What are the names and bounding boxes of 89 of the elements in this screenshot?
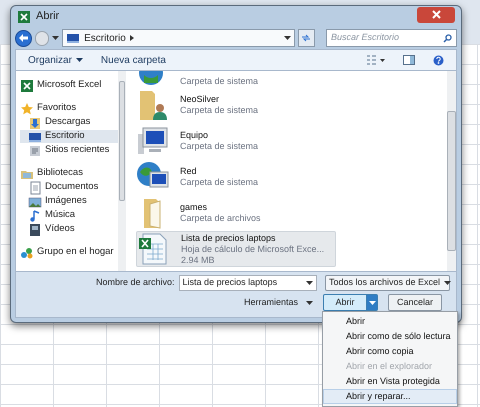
- menu-item[interactable]: Abrir en Vista protegida: [323, 374, 457, 389]
- file-name: games: [180, 202, 208, 213]
- download-folder-icon: [28, 116, 42, 130]
- nav-label: Imágenes: [45, 194, 87, 208]
- spreadsheet-icon: [20, 78, 34, 92]
- recent-places-icon: [28, 144, 42, 158]
- file-item[interactable]: Red Carpeta de sistema: [136, 159, 336, 195]
- file-type: Carpeta de archivos: [180, 213, 261, 224]
- view-options-icon[interactable]: [367, 55, 385, 65]
- file-type: Carpeta de sistema: [180, 177, 258, 188]
- nav-label: Sitios recientes: [45, 143, 110, 158]
- chevron-icon: [130, 35, 134, 41]
- filename-field[interactable]: Lista de precios laptops: [178, 275, 317, 291]
- file-item[interactable]: Lista de precios laptops Hoja de cálculo de Microsoft Exce... 2.94 MB: [136, 231, 336, 267]
- file-item[interactable]: Carpeta de sistema: [136, 71, 336, 87]
- document-icon: [28, 180, 42, 194]
- nav-label: Descargas: [45, 115, 90, 130]
- nav-item[interactable]: Descargas: [20, 116, 118, 129]
- star-icon: [20, 102, 34, 116]
- nav-item[interactable]: Favoritos: [20, 102, 118, 115]
- nav-item[interactable]: Escritorio: [20, 130, 118, 143]
- nav-label: Microsoft Excel: [37, 78, 102, 92]
- caret-icon: [52, 36, 60, 40]
- close-button[interactable]: [417, 6, 455, 22]
- search-field[interactable]: Buscar Escritorio: [326, 29, 458, 47]
- nav-label: Bibliotecas: [37, 166, 83, 180]
- caret-icon: [76, 58, 83, 62]
- search-icon: [443, 34, 452, 42]
- caret-icon: [368, 300, 376, 304]
- file-name: Red: [180, 166, 198, 177]
- file-item[interactable]: NeoSilver Carpeta de sistema: [136, 87, 336, 123]
- image-icon: [28, 194, 42, 208]
- nav-label: Favoritos: [37, 101, 76, 116]
- file-item[interactable]: Equipo Carpeta de sistema: [136, 123, 336, 159]
- address-bar[interactable]: Escritorio: [62, 29, 295, 47]
- caret-icon: [306, 300, 313, 304]
- refresh-icon: [301, 34, 312, 42]
- window-title: Abrir: [36, 9, 60, 24]
- left-arrow-icon: [18, 34, 28, 42]
- filename-label: Nombre de archivo:: [96, 276, 175, 290]
- address-path[interactable]: Escritorio: [84, 30, 126, 46]
- desktop-icon: [66, 31, 80, 45]
- file-type: Carpeta de sistema: [180, 141, 258, 152]
- file-item[interactable]: games Carpeta de archivos: [136, 195, 336, 231]
- file-type: Carpeta de sistema: [180, 76, 258, 87]
- file-name: Lista de precios laptops: [181, 232, 277, 244]
- nav-label: Música: [45, 208, 76, 222]
- spreadsheet-icon: [17, 10, 31, 24]
- menu-item[interactable]: Abrir y reparar...: [323, 389, 457, 404]
- caret-icon: [284, 36, 291, 40]
- nav-item[interactable]: Bibliotecas: [20, 167, 118, 180]
- nav-item[interactable]: Vídeos: [20, 223, 118, 236]
- refresh-button[interactable]: [298, 29, 316, 47]
- nav-label: Escritorio: [45, 129, 85, 144]
- file-type-dropdown[interactable]: Todos los archivos de Excel: [325, 275, 450, 291]
- caret-icon: [306, 281, 313, 285]
- back-button[interactable]: [15, 30, 32, 46]
- nav-item[interactable]: Grupo en el hogar: [20, 246, 118, 259]
- file-type: Carpeta de sistema: [180, 105, 258, 116]
- scrollbar[interactable]: [118, 71, 126, 271]
- file-name: NeoSilver: [180, 94, 220, 105]
- music-note-icon: [28, 208, 42, 222]
- search-input[interactable]: Buscar Escritorio: [331, 31, 444, 45]
- file-size: 2.94 MB: [181, 254, 216, 266]
- film-icon: [28, 222, 42, 236]
- open-dropdown-button[interactable]: [366, 295, 377, 310]
- menu-item[interactable]: Abrir como copia: [323, 344, 457, 359]
- preview-pane-icon[interactable]: [403, 55, 415, 65]
- nav-item[interactable]: Sitios recientes: [20, 144, 118, 157]
- nav-label: Documentos: [45, 180, 98, 194]
- homegroup-icon: [20, 246, 34, 260]
- tools-button[interactable]: Herramientas: [244, 296, 313, 310]
- nav-item[interactable]: Microsoft Excel: [20, 79, 118, 92]
- nav-item[interactable]: Música: [20, 209, 118, 222]
- cancel-button[interactable]: Cancelar: [388, 294, 442, 311]
- toolbar-button[interactable]: Nueva carpeta: [100, 52, 166, 68]
- scrollbar[interactable]: [447, 71, 456, 271]
- nav-label: Vídeos: [45, 222, 75, 236]
- caret-icon: [444, 281, 452, 285]
- help-icon[interactable]: [433, 54, 444, 66]
- menu-item[interactable]: Abrir: [323, 314, 457, 329]
- file-name: Equipo: [180, 130, 210, 141]
- menu-item[interactable]: Abrir como de sólo lectura: [323, 329, 457, 344]
- close-icon: [432, 10, 440, 19]
- nav-item[interactable]: Imágenes: [20, 195, 118, 208]
- nav-item[interactable]: Documentos: [20, 181, 118, 194]
- file-type: Hoja de cálculo de Microsoft Exce...: [181, 244, 324, 254]
- nav-label: Grupo en el hogar: [37, 245, 114, 260]
- toolbar-button[interactable]: Organizar: [28, 52, 83, 68]
